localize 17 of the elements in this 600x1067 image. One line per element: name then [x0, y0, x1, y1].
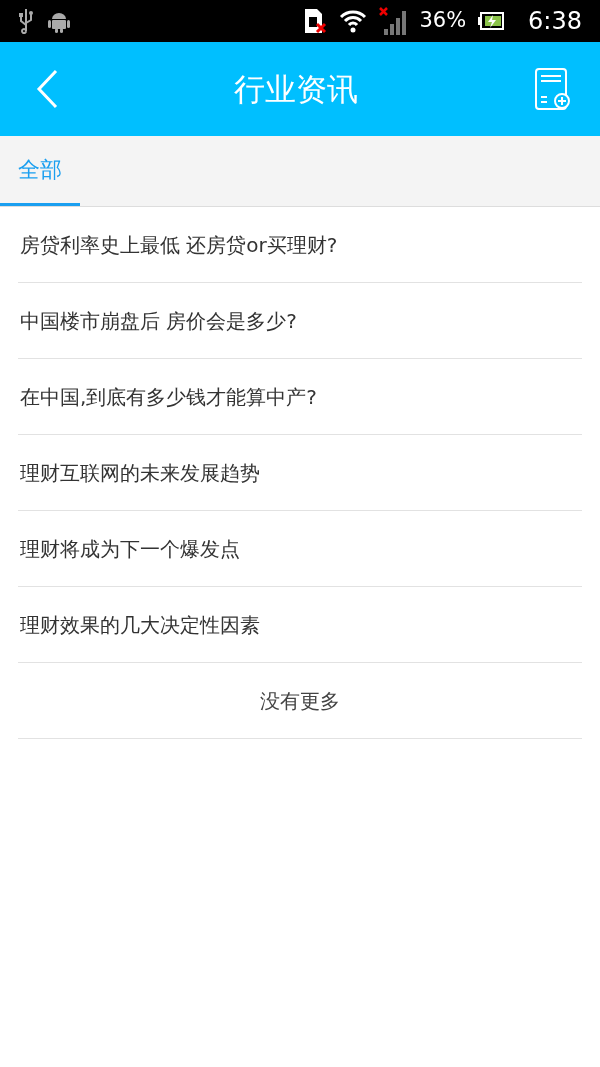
article-title[interactable]: 房贷利率史上最低 还房贷or买理财?: [20, 229, 338, 260]
sim-card-icon: [303, 8, 328, 34]
page-title: 行业资讯: [234, 69, 358, 109]
wifi-icon: [339, 9, 368, 33]
document-add-icon[interactable]: [534, 67, 572, 111]
signal-icon: [379, 7, 408, 35]
article-title[interactable]: 理财效果的几大决定性因素: [20, 609, 260, 640]
article-title[interactable]: 理财互联网的未来发展趋势: [20, 457, 260, 488]
battery-icon: [478, 12, 505, 30]
article-title[interactable]: 在中国,到底有多少钱才能算中产?: [20, 381, 317, 412]
back-icon[interactable]: [36, 69, 58, 109]
article-title[interactable]: 理财将成为下一个爆发点: [20, 533, 240, 564]
clock: 6:38: [528, 6, 582, 37]
usb-icon: [18, 8, 34, 34]
no-more-text: 没有更多: [260, 687, 340, 715]
article-title[interactable]: 中国楼市崩盘后 房价会是多少?: [20, 305, 297, 336]
battery-percent: 36%: [419, 7, 467, 35]
